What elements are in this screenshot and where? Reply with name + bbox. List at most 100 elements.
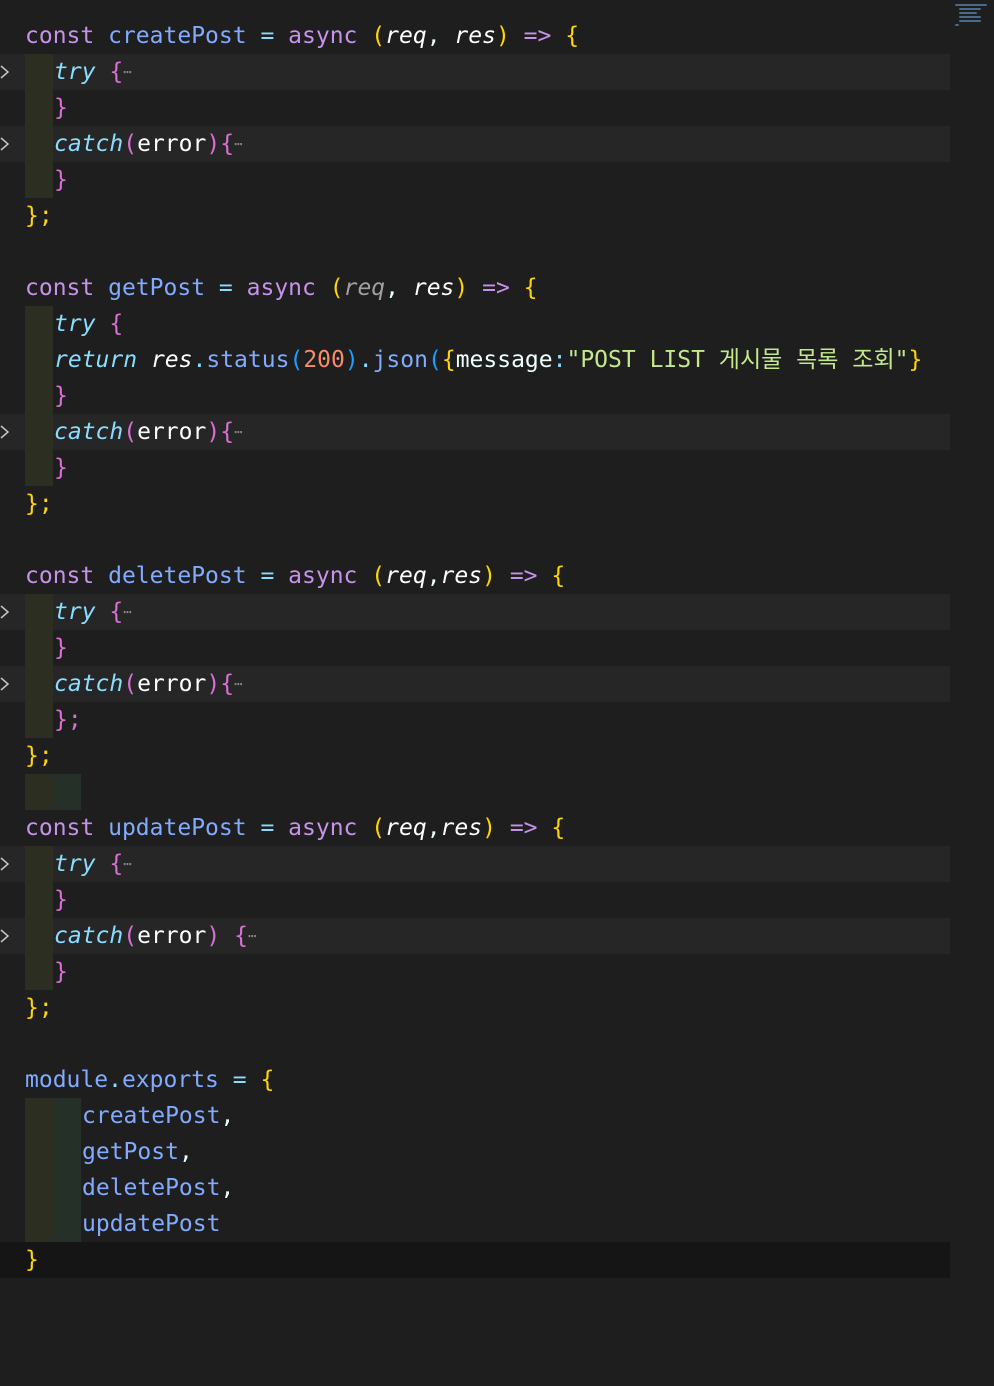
code-line[interactable]: catch(error){⋯ xyxy=(0,126,950,162)
property-key: message xyxy=(455,347,553,373)
code-line[interactable]: catch(error){⋯ xyxy=(0,414,950,450)
operator: = xyxy=(260,23,275,49)
export-name: deletePost xyxy=(82,1175,221,1201)
number-literal: 200 xyxy=(303,347,345,373)
fold-ellipsis-icon[interactable]: ⋯ xyxy=(123,65,131,81)
indent-guide xyxy=(53,774,81,810)
code-editor[interactable]: const createPost = async (req, res) => {… xyxy=(0,0,994,1288)
fold-ellipsis-icon[interactable]: ⋯ xyxy=(234,425,242,441)
code-line[interactable] xyxy=(0,774,950,810)
code-line[interactable]: module.exports = { xyxy=(0,1062,950,1098)
keyword: catch xyxy=(54,131,124,157)
param: req xyxy=(385,23,427,49)
param: res xyxy=(440,815,483,841)
code-line[interactable]: } xyxy=(0,162,950,198)
chevron-right-icon[interactable] xyxy=(0,605,12,619)
code-line[interactable]: } xyxy=(0,90,950,126)
indent-guide xyxy=(25,342,53,378)
chevron-right-icon[interactable] xyxy=(0,137,12,151)
operator: = xyxy=(260,815,275,841)
chevron-right-icon[interactable] xyxy=(0,425,12,439)
keyword: const xyxy=(25,275,95,301)
code-line[interactable]: }; xyxy=(0,702,950,738)
code-line[interactable]: catch(error){⋯ xyxy=(0,666,950,702)
indent-guide xyxy=(25,774,53,810)
chevron-right-icon[interactable] xyxy=(0,677,12,691)
operator: => xyxy=(509,563,538,589)
code-line[interactable]: } xyxy=(0,450,950,486)
fold-ellipsis-icon[interactable]: ⋯ xyxy=(234,137,242,153)
indent-guide xyxy=(53,1206,81,1242)
identifier: exports xyxy=(121,1067,219,1093)
param: req xyxy=(385,563,427,589)
identifier: error xyxy=(137,923,207,949)
code-line[interactable]: const getPost = async (req, res) => { xyxy=(0,270,950,306)
indent-guide xyxy=(25,378,53,414)
chevron-right-icon[interactable] xyxy=(0,929,12,943)
param: req xyxy=(385,815,427,841)
identifier: error xyxy=(137,131,207,157)
code-line[interactable]: getPost, xyxy=(0,1134,950,1170)
method-name: json xyxy=(372,347,428,373)
chevron-right-icon[interactable] xyxy=(0,857,12,871)
code-line[interactable]: try {⋯ xyxy=(0,54,950,90)
identifier: module xyxy=(25,1067,109,1093)
param: res xyxy=(454,23,496,49)
identifier: error xyxy=(137,419,207,445)
code-line[interactable]: deletePost, xyxy=(0,1170,950,1206)
indent-guide xyxy=(25,846,53,882)
keyword: try xyxy=(54,59,96,85)
code-line[interactable]: } xyxy=(0,630,950,666)
param: res xyxy=(412,275,455,301)
indent-guide xyxy=(25,90,53,126)
keyword: async xyxy=(288,563,358,589)
operator: => xyxy=(509,815,538,841)
keyword: try xyxy=(54,311,96,337)
chevron-right-icon[interactable] xyxy=(0,65,12,79)
function-name: createPost xyxy=(108,23,247,49)
keyword: catch xyxy=(54,923,124,949)
keyword: return xyxy=(54,347,138,373)
code-line[interactable]: }; xyxy=(0,198,950,234)
function-name: getPost xyxy=(108,275,206,301)
fold-ellipsis-icon[interactable]: ⋯ xyxy=(123,605,131,621)
code-line[interactable]: }; xyxy=(0,738,950,774)
keyword: async xyxy=(288,815,358,841)
code-line[interactable]: const createPost = async (req, res) => { xyxy=(0,18,950,54)
code-line[interactable]: }; xyxy=(0,486,950,522)
keyword: const xyxy=(25,815,95,841)
fold-ellipsis-icon[interactable]: ⋯ xyxy=(234,677,242,693)
function-name: updatePost xyxy=(108,815,247,841)
method-name: status xyxy=(206,347,290,373)
fold-ellipsis-icon[interactable]: ⋯ xyxy=(123,857,131,873)
fold-ellipsis-icon[interactable]: ⋯ xyxy=(248,929,256,945)
code-line[interactable]: updatePost xyxy=(0,1206,950,1242)
code-line[interactable]: }; xyxy=(0,990,950,1026)
code-line[interactable]: const deletePost = async (req,res) => { xyxy=(0,558,950,594)
keyword: catch xyxy=(54,419,124,445)
indent-guide xyxy=(25,126,53,162)
indent-guide xyxy=(53,1098,81,1134)
export-name: updatePost xyxy=(82,1211,221,1237)
indent-guide xyxy=(25,702,53,738)
keyword: try xyxy=(54,599,96,625)
code-line[interactable]: catch(error) {⋯ xyxy=(0,918,950,954)
code-line[interactable]: const updatePost = async (req,res) => { xyxy=(0,810,950,846)
code-line[interactable]: } xyxy=(0,882,950,918)
keyword: try xyxy=(54,851,96,877)
param: req xyxy=(343,275,386,301)
code-line[interactable]: return res.status(200).json({message:"PO… xyxy=(0,342,950,378)
code-line[interactable]: } xyxy=(0,954,950,990)
code-line[interactable]: } xyxy=(0,378,950,414)
minimap[interactable] xyxy=(955,4,991,34)
code-line[interactable]: createPost, xyxy=(0,1098,950,1134)
code-line[interactable]: try { xyxy=(0,306,950,342)
indent-guide xyxy=(25,1098,53,1134)
param: res xyxy=(440,563,483,589)
code-line-current[interactable]: } xyxy=(0,1242,950,1278)
keyword: async xyxy=(288,23,358,49)
indent-guide xyxy=(25,450,53,486)
indent-guide xyxy=(25,162,53,198)
code-line[interactable]: try {⋯ xyxy=(0,846,950,882)
code-line[interactable]: try {⋯ xyxy=(0,594,950,630)
